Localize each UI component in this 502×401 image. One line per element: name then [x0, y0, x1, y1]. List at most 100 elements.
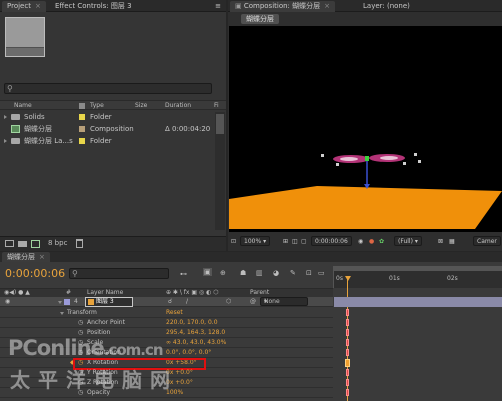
stopwatch-icon[interactable]: ◷	[78, 328, 83, 338]
property-value[interactable]: ∞ 43.0, 43.0, 43.0%	[166, 338, 226, 348]
project-search-input[interactable]: ⚲	[4, 83, 212, 94]
new-comp-icon[interactable]	[31, 240, 40, 248]
keyframe-marker[interactable]	[346, 379, 349, 386]
comp-lock-icon[interactable]: ▣	[235, 2, 244, 10]
stopwatch-icon[interactable]: ◷	[78, 338, 83, 348]
expand-triangle-icon[interactable]	[4, 115, 7, 119]
keyframe-marker[interactable]	[346, 309, 349, 316]
keyframe-marker[interactable]	[346, 319, 349, 326]
project-item-layers-folder[interactable]: 蝴蝶分层 La...s Folder	[0, 135, 212, 147]
keyframe-marker[interactable]	[346, 389, 349, 396]
trash-icon[interactable]	[76, 239, 83, 248]
snapshot-icon[interactable]: ▢	[301, 237, 307, 247]
stopwatch-icon[interactable]: ◷	[78, 318, 83, 328]
col-parent[interactable]: Parent	[250, 289, 269, 296]
live-update-icon[interactable]: ▣	[203, 268, 212, 276]
property-value[interactable]: 100%	[166, 388, 183, 398]
property-row-scale[interactable]: ◷ Scale ∞ 43.0, 43.0, 43.0%	[0, 338, 333, 348]
tab-timeline[interactable]: 蝴蝶分层 ×	[2, 252, 50, 262]
zoom-dropdown[interactable]: 100% ▾	[240, 236, 271, 246]
layer-row[interactable]: ◉ 4 图层 3 ☌ / ⬡ @ None ▾	[0, 297, 333, 307]
col-duration[interactable]: Duration	[165, 102, 191, 109]
layer-name-box[interactable]: 图层 3	[85, 297, 133, 307]
graph-editor-icon[interactable]: ⊡	[306, 269, 312, 277]
stopwatch-icon[interactable]: ◷	[78, 378, 83, 388]
label-swatch[interactable]	[79, 126, 85, 132]
motion-blur-icon[interactable]: ◕	[273, 269, 279, 277]
always-preview-icon[interactable]: ⊡	[231, 237, 236, 247]
col-size[interactable]: Size	[135, 102, 147, 109]
property-value[interactable]: 0x +0.0°	[166, 368, 193, 378]
mask-icon[interactable]: ◫	[292, 237, 298, 247]
auto-keyframe-icon[interactable]: ▭	[318, 269, 325, 277]
work-area-bar[interactable]	[334, 266, 502, 271]
anchor-gizmo[interactable]	[365, 156, 369, 161]
project-scrollbar[interactable]	[215, 112, 225, 230]
col-type[interactable]: Type	[90, 102, 104, 109]
interpret-footage-icon[interactable]	[5, 240, 14, 247]
corner-handle[interactable]	[414, 153, 417, 156]
corner-handle[interactable]	[418, 160, 421, 163]
close-icon[interactable]: ×	[39, 253, 45, 261]
project-item-comp[interactable]: 蝴蝶分层 Composition Δ 0:00:04:20	[0, 123, 212, 135]
transform-reset-link[interactable]: Reset	[166, 308, 183, 318]
parent-pickwhip-icon[interactable]: @	[250, 297, 256, 307]
expand-triangle-icon[interactable]	[4, 139, 7, 143]
property-value[interactable]: 295.4, 164.3, 128.0	[166, 328, 225, 338]
channel-icon[interactable]: ●	[369, 237, 374, 247]
tab-composition[interactable]: ▣ Composition: 蝴蝶分层 ×	[230, 1, 336, 12]
panel-menu-icon[interactable]: ≡	[210, 1, 226, 12]
stopwatch-icon[interactable]: ◷	[78, 348, 83, 358]
property-row-z-rotation[interactable]: ◷ Z Rotation 0x +0.0°	[0, 378, 333, 388]
frame-blending-icon[interactable]: ▥	[256, 269, 263, 277]
project-item-solids[interactable]: Solids Folder	[0, 111, 212, 123]
keyframe-marker[interactable]	[346, 369, 349, 376]
tab-project[interactable]: Project ×	[2, 1, 46, 12]
layer-duration-bar[interactable]	[334, 297, 502, 307]
col-layer-name[interactable]: Layer Name	[87, 289, 123, 296]
stopwatch-icon[interactable]: ◷	[78, 368, 83, 378]
keyframe-marker[interactable]	[346, 329, 349, 336]
comp-mini-flowchart-icon[interactable]: ⊷	[180, 270, 187, 278]
timeline-timecode[interactable]: 0:00:00:06	[5, 267, 65, 280]
quality-switch-icon[interactable]: /	[186, 297, 188, 307]
camera-dropdown[interactable]: Camer	[473, 236, 501, 246]
keyframe-marker[interactable]	[345, 359, 350, 367]
region-icon[interactable]: ⊠	[438, 237, 443, 247]
grid-icon[interactable]: ⊞	[283, 237, 288, 247]
property-row-orientation[interactable]: ◷ Orientation 0.0°, 0.0°, 0.0°	[0, 348, 333, 358]
property-row-position[interactable]: ◷ Position 295.4, 164.3, 128.0	[0, 328, 333, 338]
keyframe-marker[interactable]	[346, 339, 349, 346]
draft-3d-icon[interactable]: ⊕	[220, 269, 226, 277]
parent-dropdown[interactable]: None ▾	[260, 297, 308, 306]
keyframe-marker[interactable]	[346, 349, 349, 356]
transparency-icon[interactable]: ▦	[449, 237, 455, 247]
bpc-label[interactable]: 8 bpc	[48, 239, 67, 247]
col-name[interactable]: Name	[14, 102, 32, 109]
label-swatch[interactable]	[79, 114, 85, 120]
color-channels-icon[interactable]: ✿	[379, 237, 384, 247]
expand-triangle-icon[interactable]	[58, 301, 62, 304]
time-ruler[interactable]: 0s 01s 02s	[333, 266, 502, 288]
col-extra[interactable]: Fi	[214, 102, 219, 109]
transform-group-row[interactable]: Transform Reset	[0, 308, 333, 318]
property-value[interactable]: 0x +0.0°	[166, 378, 193, 388]
comp-subtab[interactable]: 蝴蝶分层	[241, 14, 279, 24]
tab-effect-controls[interactable]: Effect Controls: 图层 3	[50, 1, 137, 12]
visibility-eye-icon[interactable]: ◉	[5, 297, 10, 307]
new-folder-icon[interactable]	[18, 241, 27, 247]
tab-layer[interactable]: Layer: (none)	[358, 1, 415, 12]
close-icon[interactable]: ×	[35, 2, 41, 10]
property-row-y-rotation[interactable]: ◷ Y Rotation 0x +0.0°	[0, 368, 333, 378]
property-row-opacity[interactable]: ◷ Opacity 100%	[0, 388, 333, 398]
property-value[interactable]: 220.0, 170.0, 0.0	[166, 318, 218, 328]
brainstorm-icon[interactable]: ✎	[290, 269, 296, 277]
shy-switch-icon[interactable]: ☌	[168, 297, 172, 307]
corner-handle[interactable]	[321, 154, 324, 157]
camera-icon[interactable]: ◉	[358, 237, 363, 247]
stopwatch-icon[interactable]: ◷	[78, 388, 83, 398]
resolution-dropdown[interactable]: (Full) ▾	[394, 236, 422, 246]
expand-triangle-icon[interactable]	[60, 312, 64, 315]
timeline-search-input[interactable]: ⚲	[69, 268, 169, 279]
corner-handle[interactable]	[403, 162, 406, 165]
